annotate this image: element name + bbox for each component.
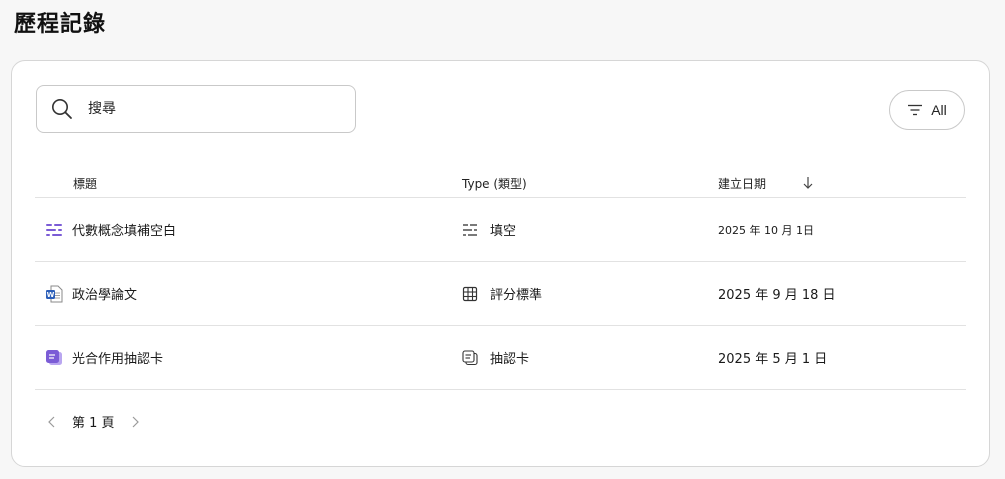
grid-table-icon <box>462 286 478 301</box>
row-type: 填空 <box>490 224 517 239</box>
history-card: All 標題 Type (類型) 建立日期 代 <box>11 60 990 467</box>
row-title[interactable]: 代數概念填補空白 <box>72 220 176 239</box>
header-date[interactable]: 建立日期 <box>718 175 766 192</box>
page-label: 第 1 頁 <box>72 416 115 431</box>
header-type[interactable]: Type (類型) <box>462 175 527 192</box>
search-icon <box>52 99 72 119</box>
flashcard-icon <box>46 349 62 365</box>
table-row[interactable]: 代數概念填補空白 填空 2025 年 10 月 1日 <box>35 198 966 262</box>
chevron-right-icon[interactable] <box>129 415 141 429</box>
table-row[interactable]: 光合作用抽認卡 抽認卡 2025 年 5 月 1 日 <box>35 326 966 390</box>
table-header: 標題 Type (類型) 建立日期 <box>35 167 966 198</box>
flashcard-outline-icon <box>462 349 478 365</box>
table-row[interactable]: W 政治學論文 評分標準 2025 年 9 月 18 日 <box>35 262 966 326</box>
filter-lines-icon <box>908 104 923 116</box>
row-date: 2025 年 9 月 18 日 <box>718 288 836 303</box>
row-date: 2025 年 5 月 1 日 <box>718 352 828 367</box>
row-type: 評分標準 <box>490 288 543 303</box>
header-title[interactable]: 標題 <box>73 175 97 192</box>
row-title[interactable]: 政治學論文 <box>72 284 137 303</box>
row-date: 2025 年 10 月 1日 <box>718 223 814 237</box>
filter-label: All <box>931 102 947 118</box>
search-input[interactable] <box>88 94 338 124</box>
filter-button[interactable]: All <box>889 90 965 130</box>
fill-blank-icon <box>46 223 62 236</box>
chevron-left-icon[interactable] <box>46 415 58 429</box>
pagination: 第 1 頁 <box>46 412 141 431</box>
search-box[interactable] <box>36 85 356 133</box>
word-document-icon: W <box>46 285 63 302</box>
svg-text:W: W <box>47 291 55 299</box>
page-title: 歷程記錄 <box>14 12 107 37</box>
arrow-down-icon[interactable] <box>802 176 814 190</box>
row-type: 抽認卡 <box>490 352 530 367</box>
history-table: 標題 Type (類型) 建立日期 代數概念填補空白 填空 2025 年 10 … <box>35 167 966 390</box>
fill-blank-lines-icon <box>463 223 477 236</box>
row-title[interactable]: 光合作用抽認卡 <box>72 348 163 367</box>
